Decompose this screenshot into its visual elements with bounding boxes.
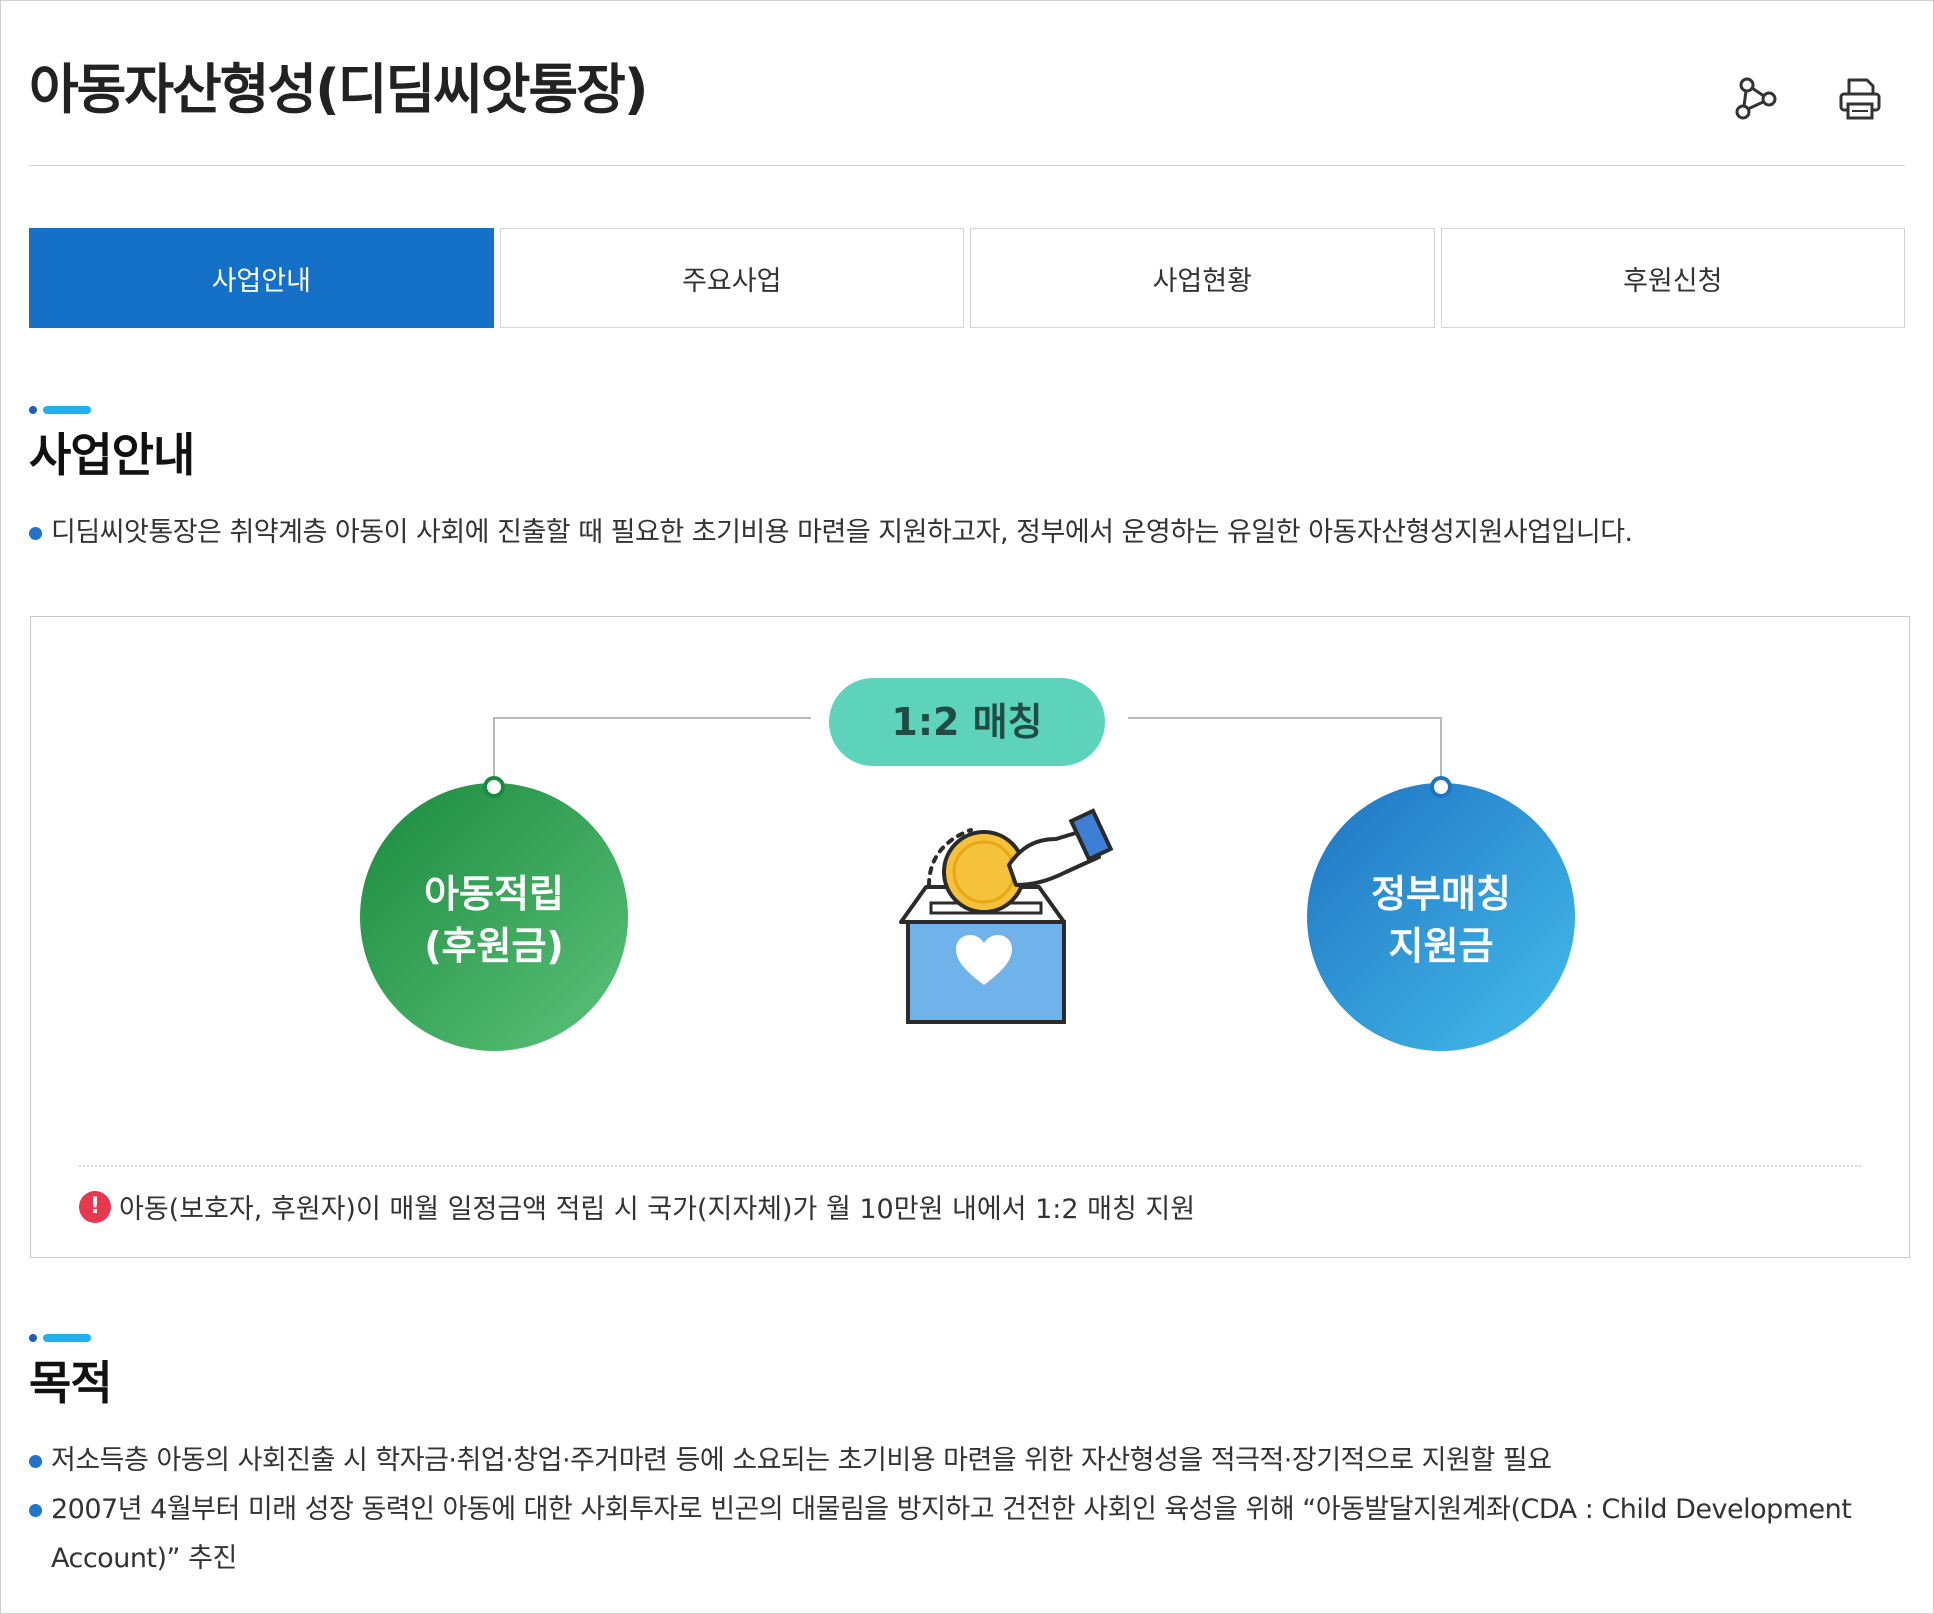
alert-icon: ! [79,1190,111,1223]
bullet-dot [29,527,42,540]
child-savings-circle [360,783,628,1051]
matching-badge-label: 1:2 매칭 [891,700,1042,744]
intro-text-content: 디딤씨앗통장은 취약계층 아동이 사회에 진출할 때 필요한 초기비용 마련을 … [51,517,1633,548]
left-connector-line [493,717,811,785]
tab-bar: 사업안내 주요사업 사업현황 후원신청 [29,228,1905,328]
bullet-dot [29,1504,42,1517]
tab-sponsor-apply[interactable]: 후원신청 [1440,228,1905,328]
bullet-dot [29,1455,42,1468]
purpose-item-text: 저소득층 아동의 사회진출 시 학자금·취업·창업·주거마련 등에 소요되는 초… [51,1445,1552,1476]
section-accent-mark [29,405,93,415]
right-connector-line [1128,717,1442,785]
government-matching-label-2: 지원금 [1389,924,1494,968]
page-title: 아동자산형성(디딤씨앗통장) [29,58,649,121]
purpose-item-text: 2007년 4월부터 미래 성장 동력인 아동에 대한 사회투자로 빈곤의 대물… [51,1494,1852,1574]
section-title-intro: 사업안내 [29,428,195,482]
child-savings-label-2: (후원금) [424,924,564,968]
tab-business-info[interactable]: 사업안내 [29,228,494,328]
child-savings-label-1: 아동적립 [424,872,564,916]
section-title-purpose: 목적 [29,1356,113,1410]
matching-note-text: 아동(보호자, 후원자)이 매월 일정금액 적립 시 국가(지자체)가 월 10… [119,1194,1196,1225]
tab-business-status[interactable]: 사업현황 [970,228,1435,328]
title-divider [29,165,1905,166]
note-divider [79,1165,1861,1167]
share-icon[interactable] [1733,76,1779,122]
right-connector-dot [1430,776,1452,798]
government-matching-label-1: 정부매칭 [1371,872,1511,916]
header-icons [1733,76,1883,122]
government-matching-circle [1307,783,1575,1051]
left-connector-dot [483,776,505,798]
section-accent-mark [29,1333,93,1343]
matching-note: ! 아동(보호자, 후원자)이 매월 일정금액 적립 시 국가(지자체)가 월 … [79,1187,1195,1226]
matching-diagram-graphic: 1:2 매칭 아동적립 (후원금) 정부매칭 지원금 [360,678,1575,1051]
page-frame: 아동자산형성(디딤씨앗통장) 사업안내 주요사업 사업현황 후원신청 사업안내 … [0,0,1934,1614]
purpose-item: 저소득층 아동의 사회진출 시 학자금·취업·창업·주거마련 등에 소요되는 초… [29,1436,1873,1485]
print-icon[interactable] [1837,76,1883,122]
donation-box-icon [899,808,1114,1024]
matching-diagram: 1:2 매칭 아동적립 (후원금) 정부매칭 지원금 ! 아동(보호자, 후원자… [30,616,1910,1258]
tab-main-projects[interactable]: 주요사업 [499,228,964,328]
purpose-item: 2007년 4월부터 미래 성장 동력인 아동에 대한 사회투자로 빈곤의 대물… [29,1485,1873,1583]
intro-text: 디딤씨앗통장은 취약계층 아동이 사회에 진출할 때 필요한 초기비용 마련을 … [29,508,1873,557]
